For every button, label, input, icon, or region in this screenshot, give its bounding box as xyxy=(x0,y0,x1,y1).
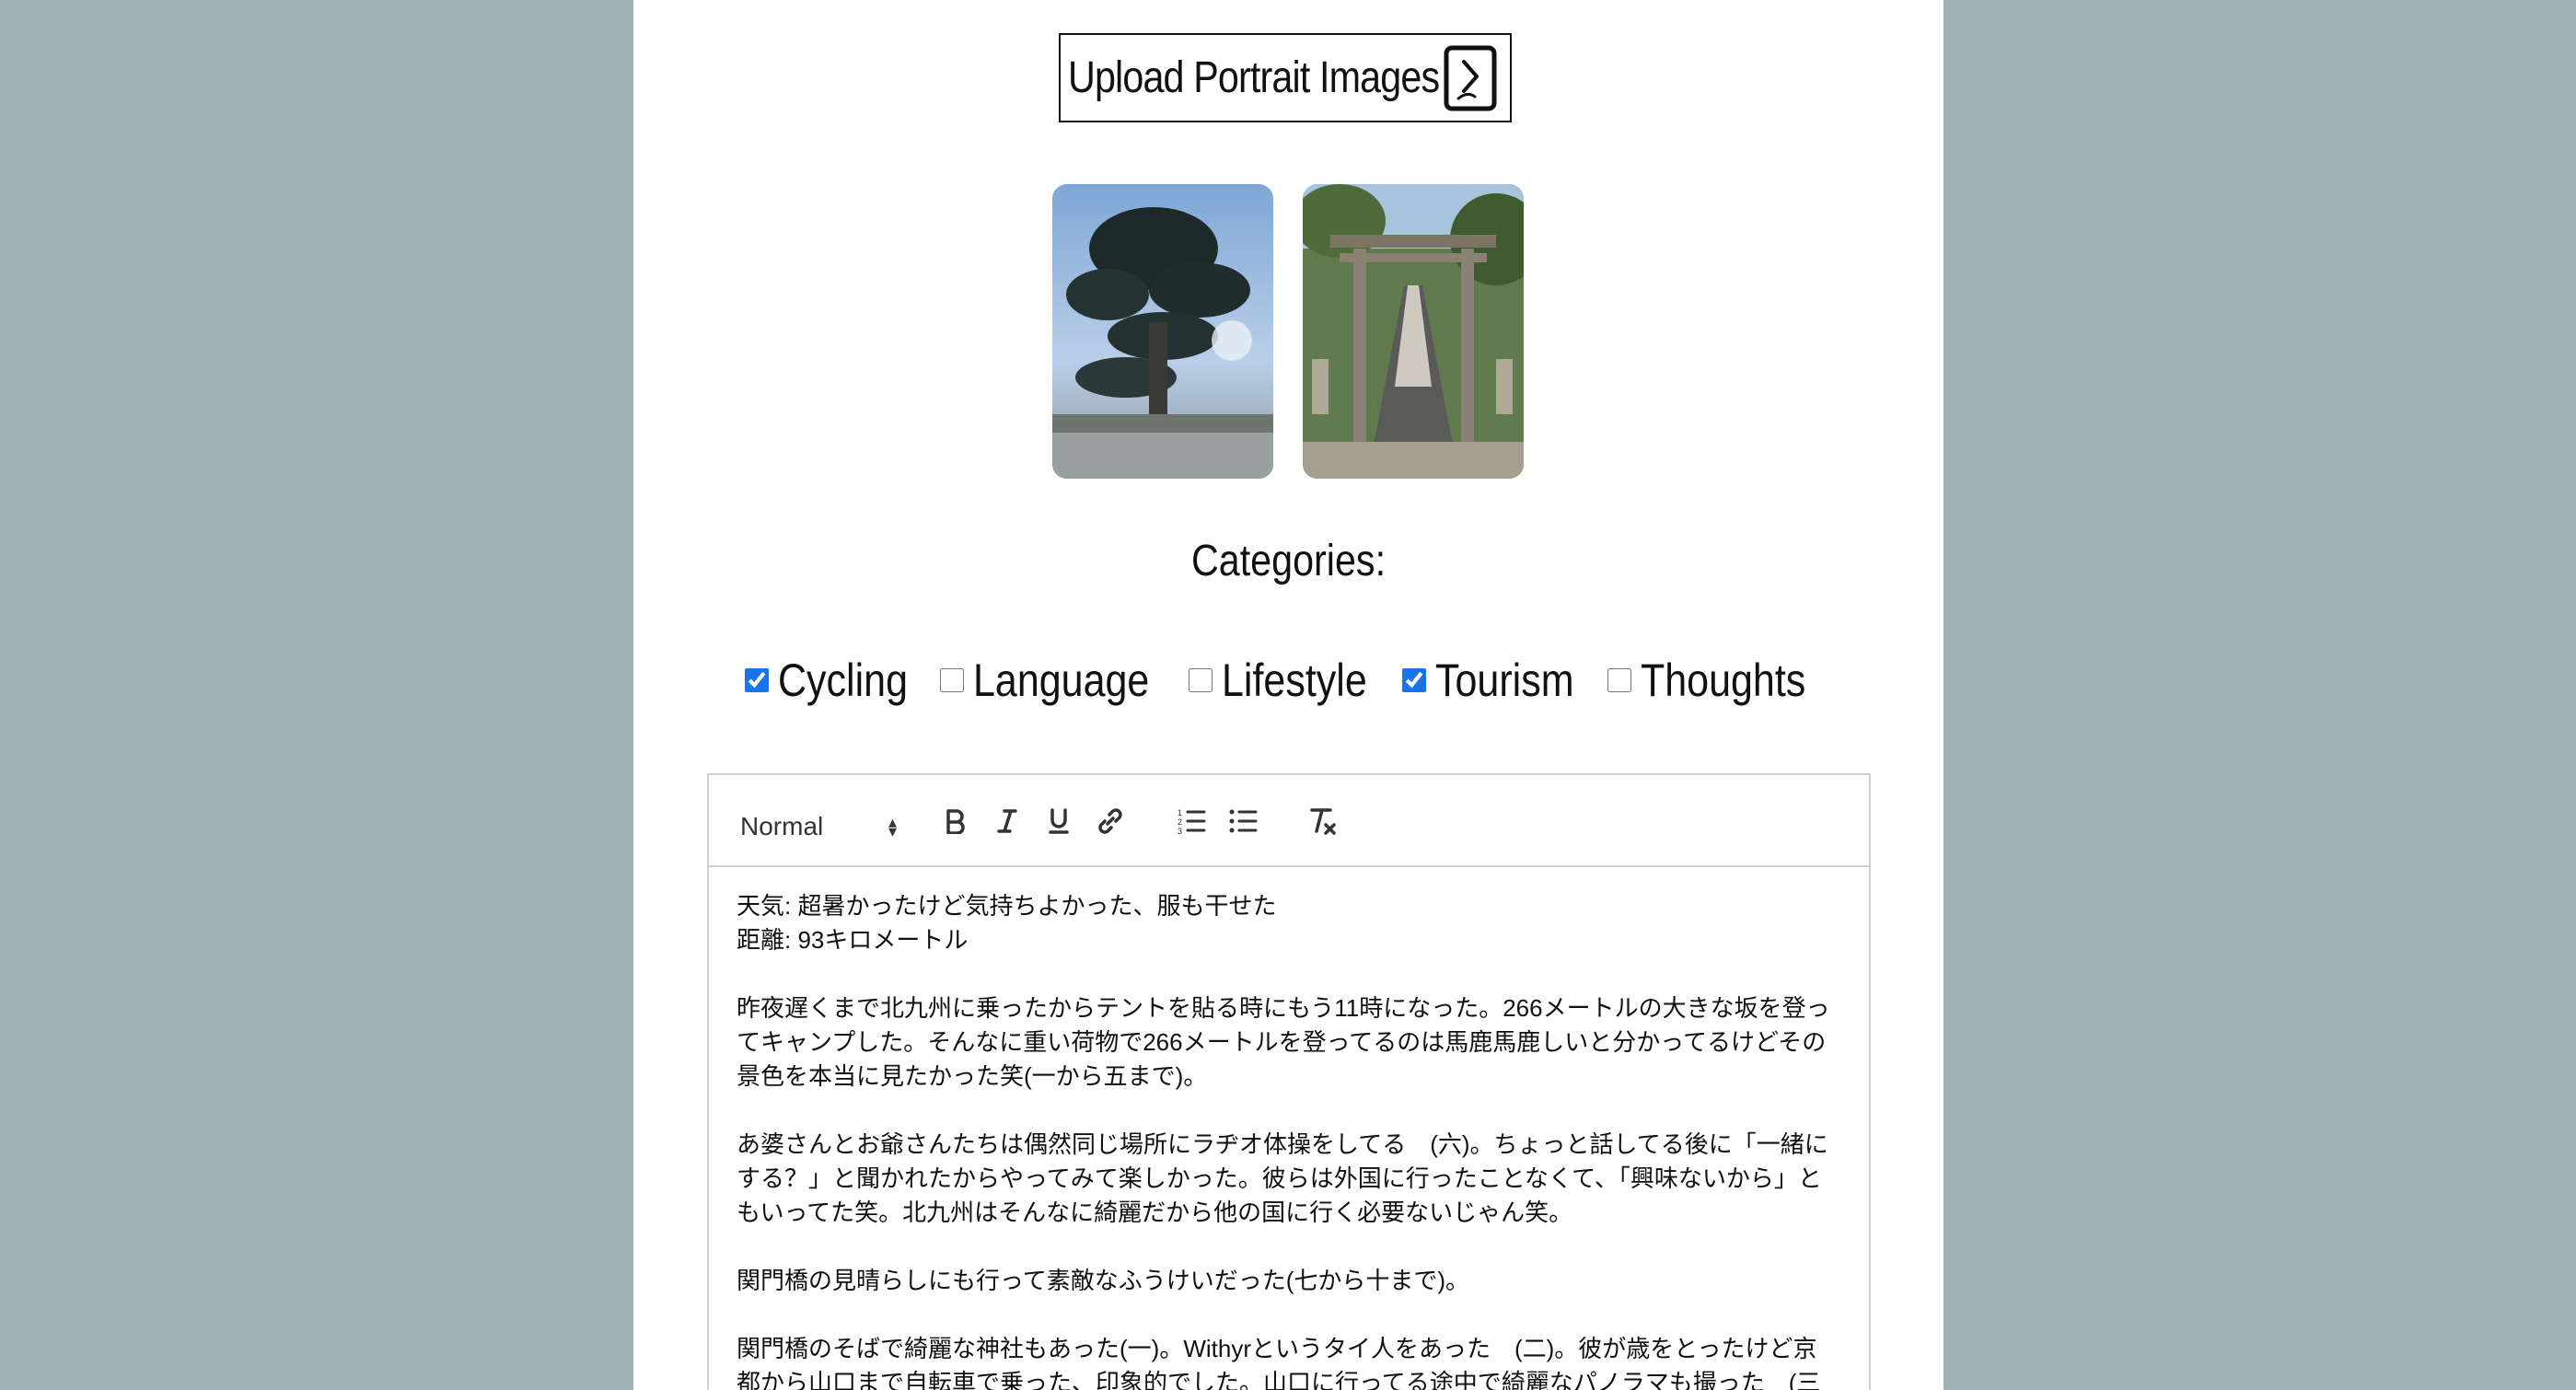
ordered-list-button[interactable]: 123 xyxy=(1173,803,1210,840)
categories-heading: Categories: xyxy=(1190,537,1387,585)
thoughts-checkbox[interactable] xyxy=(1607,668,1631,692)
category-cycling[interactable]: Cycling xyxy=(744,654,929,707)
editor-toolbar: Normal ▴ ▾ 123 xyxy=(709,775,1869,867)
bold-button[interactable] xyxy=(937,803,974,840)
ordered-list-icon: 123 xyxy=(1178,808,1206,835)
underline-button[interactable] xyxy=(1040,803,1077,840)
link-icon xyxy=(1098,808,1122,834)
phone-upload-icon xyxy=(1444,45,1497,111)
svg-text:1: 1 xyxy=(1178,808,1182,817)
category-lifestyle[interactable]: Lifestyle xyxy=(1189,654,1390,707)
text-line: 景色を本当に見たかった笑(一から五まで)。 xyxy=(737,1062,1208,1090)
rich-text-editor: Normal ▴ ▾ 123 天気: 超暑かったけど気持ちよかった、服も干せた … xyxy=(707,773,1871,1390)
thumbnail-gallery xyxy=(1052,184,1524,479)
language-label: Language xyxy=(972,654,1150,706)
cycling-checkbox[interactable] xyxy=(744,668,769,692)
bold-icon xyxy=(946,809,965,834)
text-line: 関門橋の見晴らしにも行って素敵なふうけいだった(七から十まで)。 xyxy=(737,1267,1470,1294)
bullet-list-button[interactable] xyxy=(1224,803,1261,840)
upload-portrait-images-button[interactable]: Upload Portrait Images xyxy=(1059,33,1512,122)
cycling-label: Cycling xyxy=(777,654,908,706)
tourism-checkbox[interactable] xyxy=(1401,668,1426,692)
category-tourism[interactable]: Tourism xyxy=(1401,654,1596,707)
link-button[interactable] xyxy=(1092,803,1129,840)
thumbnail-tree-photo[interactable] xyxy=(1052,184,1273,479)
italic-icon xyxy=(997,809,1017,833)
lifestyle-label: Lifestyle xyxy=(1222,654,1367,706)
bullet-list-icon xyxy=(1229,809,1258,833)
category-thoughts[interactable]: Thoughts xyxy=(1607,654,1832,707)
language-checkbox[interactable] xyxy=(939,668,964,692)
tourism-label: Tourism xyxy=(1434,654,1574,706)
format-select-value: Normal xyxy=(740,812,824,840)
clear-format-button[interactable] xyxy=(1305,803,1342,840)
text-line: あ婆さんとお爺さんたちは偶然同じ場所にラヂオ体操をしてる (六)。ちょっと話して… xyxy=(737,1130,1828,1158)
category-checkboxes: Cycling Language Lifestyle Tourism Thoug… xyxy=(633,654,1944,707)
svg-text:3: 3 xyxy=(1178,827,1182,835)
format-select[interactable]: Normal ▴ ▾ xyxy=(740,808,906,845)
text-line: 関門橋のそばで綺麗な神社もあった(一)。Withyrというタイ人をあった (二)… xyxy=(737,1335,1817,1362)
editor-content[interactable]: 天気: 超暑かったけど気持ちよかった、服も干せた 距離: 93キロメートル 昨夜… xyxy=(709,867,1869,1390)
text-line: てキャンプした。そんなに重い荷物で266メートルを登ってるのは馬鹿馬鹿しいと分か… xyxy=(737,1028,1827,1056)
text-line: 昨夜遅くまで北九州に乗ったからテントを貼る時にもう11時になった。266メートル… xyxy=(737,994,1830,1022)
select-arrows-icon: ▴ ▾ xyxy=(888,813,897,840)
lifestyle-checkbox[interactable] xyxy=(1189,668,1213,692)
upload-button-label: Upload Portrait Images xyxy=(1068,53,1440,102)
text-line: もいってた笑。北九州はそんなに綺麗だから他の国に行く必要ないじゃん笑。 xyxy=(737,1199,1573,1226)
underline-icon xyxy=(1049,808,1069,834)
thumbnail-shrine-gate-photo[interactable] xyxy=(1303,184,1524,479)
thoughts-label: Thoughts xyxy=(1640,654,1805,706)
page-container: Upload Portrait Images Categories: Cycli… xyxy=(633,0,1944,1390)
text-line: する？」と聞かれたからやってみて楽しかった。彼らは外国に行ったことなくて、「興味… xyxy=(737,1164,1822,1192)
text-line: 天気: 超暑かったけど気持ちよかった、服も干せた xyxy=(737,892,1277,920)
category-language[interactable]: Language xyxy=(939,654,1178,707)
text-line: 距離: 93キロメートル xyxy=(737,926,969,954)
clear-format-icon xyxy=(1310,808,1336,835)
italic-button[interactable] xyxy=(989,803,1026,840)
svg-text:2: 2 xyxy=(1178,817,1182,827)
text-line: 都から山口まで自転車で乗った、印象的でした。山口に行ってる途中で綺麗なパノラマも… xyxy=(737,1369,1821,1390)
